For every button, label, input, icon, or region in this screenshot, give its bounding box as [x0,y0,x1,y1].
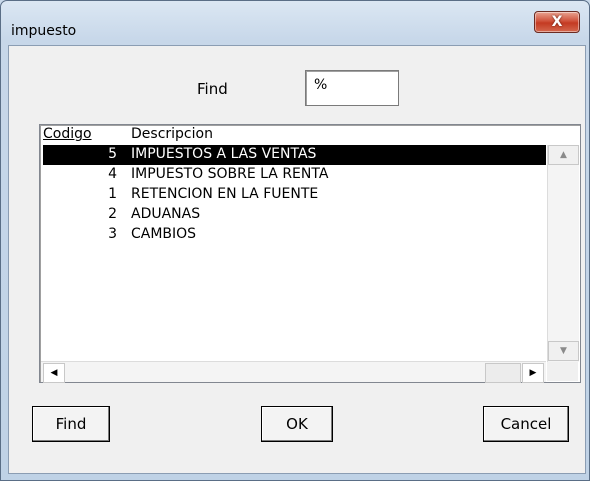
close-button[interactable]: X [534,11,580,33]
list-row[interactable]: 1 RETENCION EN LA FUENTE [43,185,546,205]
chevron-right-icon: ▶ [529,368,537,378]
dialog-window: impuesto X Find % Codigo Descripcion 5 I… [0,0,590,481]
list-row[interactable]: 5 IMPUESTOS A LAS VENTAS [43,145,546,165]
scroll-right-button[interactable]: ▶ [522,363,544,383]
scroll-up-button[interactable]: ▲ [548,145,579,165]
scroll-down-button[interactable]: ▼ [548,341,579,361]
row-codigo: 5 [108,146,117,162]
row-descripcion: IMPUESTOS A LAS VENTAS [131,146,317,162]
scrollbar-corner [547,362,578,381]
results-list[interactable]: Codigo Descripcion 5 IMPUESTOS A LAS VEN… [39,124,581,383]
row-descripcion: CAMBIOS [131,226,197,242]
find-label: Find [197,80,228,98]
row-codigo: 1 [108,186,117,202]
chevron-down-icon: ▼ [560,346,567,356]
column-header-descripcion[interactable]: Descripcion [131,126,213,142]
scroll-left-button[interactable]: ◀ [43,363,65,383]
column-header-codigo[interactable]: Codigo [43,126,92,142]
list-row[interactable]: 3 CAMBIOS [43,225,546,245]
close-icon: X [551,14,563,30]
window-title: impuesto [11,23,77,39]
horizontal-scrollbar[interactable]: ◀ ▶ [41,361,546,383]
chevron-left-icon: ◀ [50,368,58,378]
cancel-button[interactable]: Cancel [483,406,569,442]
row-codigo: 2 [108,206,117,222]
row-descripcion: ADUANAS [131,206,201,222]
list-row[interactable]: 4 IMPUESTO SOBRE LA RENTA [43,165,546,185]
row-codigo: 3 [108,226,117,242]
vertical-scrollbar[interactable]: ▲ ▼ [547,145,579,362]
dialog-client-area: Find % Codigo Descripcion 5 IMPUESTOS A … [8,45,586,474]
row-codigo: 4 [108,166,117,182]
row-descripcion: RETENCION EN LA FUENTE [131,186,319,202]
list-row[interactable]: 2 ADUANAS [43,205,546,225]
find-input[interactable]: % [305,70,399,106]
chevron-up-icon: ▲ [560,150,567,160]
horizontal-scroll-thumb[interactable] [485,363,521,383]
row-descripcion: IMPUESTO SOBRE LA RENTA [131,166,329,182]
find-button[interactable]: Find [32,406,110,442]
list-header: Codigo Descripcion [40,125,546,143]
ok-button[interactable]: OK [261,406,333,442]
